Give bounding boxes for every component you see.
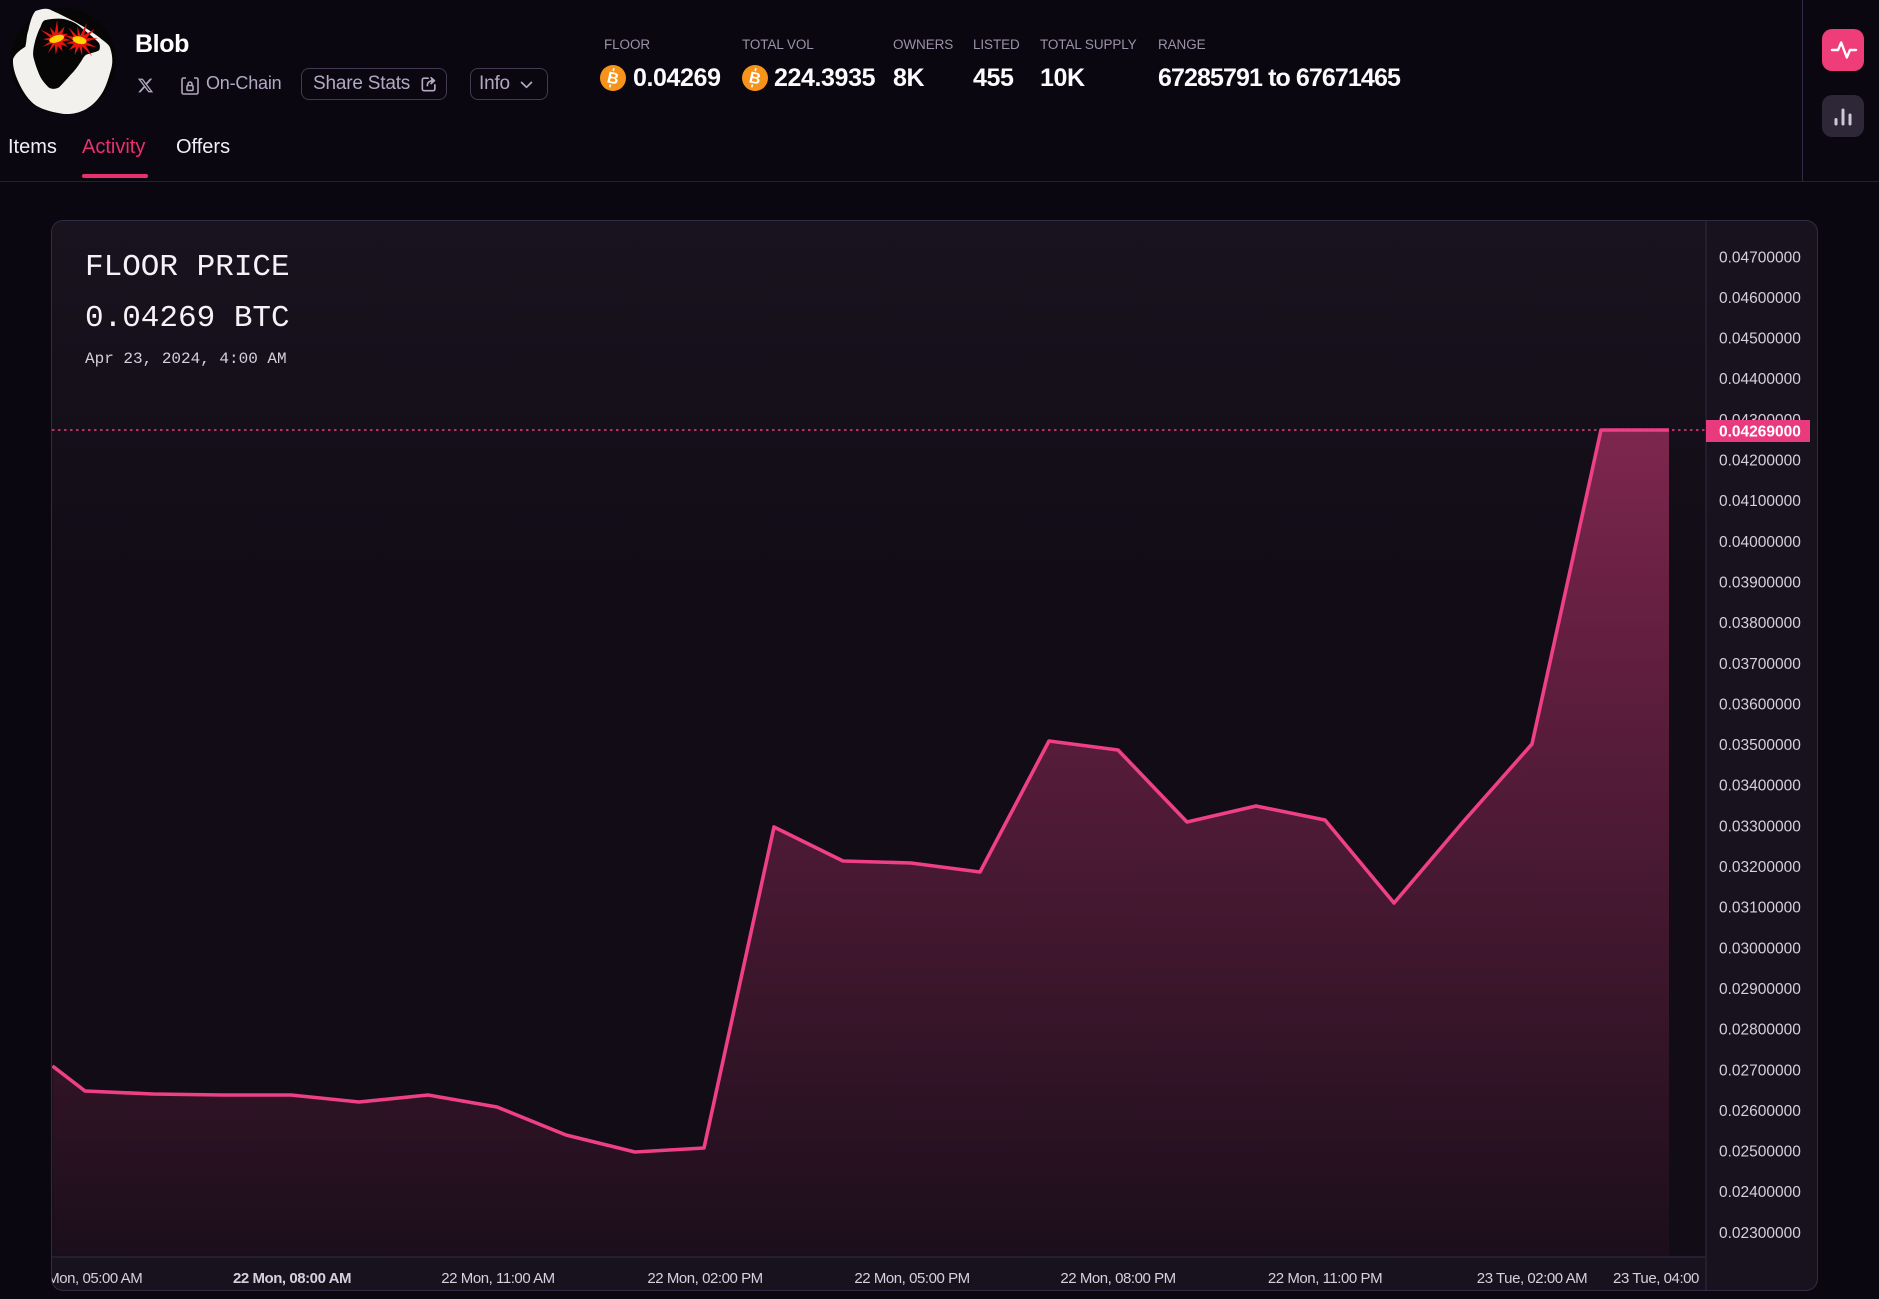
svg-text:0.03800000: 0.03800000 [1719,615,1801,632]
svg-text:0.03300000: 0.03300000 [1719,818,1801,835]
svg-text:0.04400000: 0.04400000 [1719,371,1801,388]
svg-text:0.02300000: 0.02300000 [1719,1225,1801,1242]
svg-text:0.03100000: 0.03100000 [1719,900,1801,917]
svg-text:0.03600000: 0.03600000 [1719,696,1801,713]
svg-text:0.04000000: 0.04000000 [1719,534,1801,551]
svg-text:0.03000000: 0.03000000 [1719,940,1801,957]
svg-text:0.04269000: 0.04269000 [1719,424,1801,441]
svg-text:22 Mon, 11:00 PM: 22 Mon, 11:00 PM [1268,1270,1382,1287]
svg-text:0.02700000: 0.02700000 [1719,1062,1801,1079]
svg-text:23 Tue, 04:00: 23 Tue, 04:00 [1613,1270,1699,1287]
svg-text:23 Tue, 02:00 AM: 23 Tue, 02:00 AM [1477,1270,1587,1287]
svg-text:0.04200000: 0.04200000 [1719,453,1801,470]
svg-text:0.02400000: 0.02400000 [1719,1184,1801,1201]
svg-text:0.04500000: 0.04500000 [1719,331,1801,348]
svg-text:22 Mon, 05:00 AM: 22 Mon, 05:00 AM [52,1270,142,1287]
svg-text:0.02500000: 0.02500000 [1719,1144,1801,1161]
svg-text:0.02900000: 0.02900000 [1719,981,1801,998]
svg-text:22 Mon, 08:00 AM: 22 Mon, 08:00 AM [233,1270,351,1287]
svg-text:0.03900000: 0.03900000 [1719,575,1801,592]
svg-text:0.04600000: 0.04600000 [1719,290,1801,307]
svg-text:0.02600000: 0.02600000 [1719,1103,1801,1120]
svg-text:0.03400000: 0.03400000 [1719,778,1801,795]
svg-text:22 Mon, 02:00 PM: 22 Mon, 02:00 PM [647,1270,762,1287]
svg-text:0.03500000: 0.03500000 [1719,737,1801,754]
svg-text:22 Mon, 11:00 AM: 22 Mon, 11:00 AM [441,1270,554,1287]
svg-text:0.03700000: 0.03700000 [1719,656,1801,673]
svg-text:0.03200000: 0.03200000 [1719,859,1801,876]
svg-text:22 Mon, 08:00 PM: 22 Mon, 08:00 PM [1060,1270,1175,1287]
svg-text:0.04700000: 0.04700000 [1719,249,1801,266]
svg-text:22 Mon, 05:00 PM: 22 Mon, 05:00 PM [854,1270,969,1287]
svg-text:0.02800000: 0.02800000 [1719,1022,1801,1039]
svg-text:0.04100000: 0.04100000 [1719,493,1801,510]
